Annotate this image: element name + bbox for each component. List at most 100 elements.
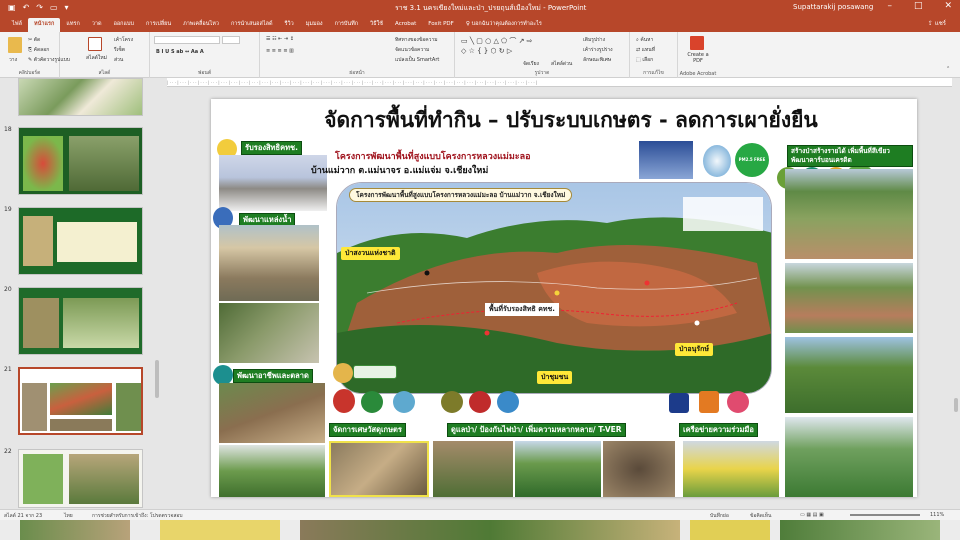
accessibility-indicator[interactable]: การช่วยสำหรับการเข้าถึง: โปรดตรวจสอบ bbox=[92, 512, 183, 520]
slide-thumbnail-selected[interactable] bbox=[18, 367, 143, 435]
reset-button[interactable]: รีเซ็ต bbox=[114, 46, 125, 54]
shape-outline-button[interactable]: เค้าร่างรูปร่าง bbox=[583, 46, 613, 54]
quick-styles-button[interactable]: สไตล์ด่วน bbox=[551, 60, 572, 68]
tab-transitions[interactable]: การเปลี่ยน bbox=[140, 18, 177, 32]
tab-slideshow[interactable]: การนำเสนอสไลด์ bbox=[225, 18, 279, 32]
window-title: ราช 3.1 นครเขียงใหม่และป่า_ปรยฤนส์เมืองใ… bbox=[395, 4, 587, 12]
tell-me-search[interactable]: ♀ บอกฉันว่าคุณต้องการทำอะไร bbox=[466, 18, 542, 32]
copy-button[interactable]: ⎘ คัดลอก bbox=[28, 46, 49, 54]
language-indicator[interactable]: ไทย bbox=[64, 512, 73, 520]
arrange-button[interactable]: จัดเรียง bbox=[523, 60, 539, 68]
map-label-community-forest[interactable]: ป่าชุมชน bbox=[537, 371, 573, 384]
slide-title[interactable]: จัดการพื้นที่ทำกิน – ปรับระบบเกษตร - ลดก… bbox=[241, 104, 901, 137]
project-title-line2[interactable]: บ้านแม่วาก ต.แม่นาจร อ.แม่แจ่ม จ.เชียงให… bbox=[311, 163, 488, 177]
project-map[interactable]: โครงการพัฒนาพื้นที่สูงแบบโครงการหลวงแม่ม… bbox=[336, 182, 772, 394]
undo-icon[interactable]: ↶ bbox=[23, 4, 30, 12]
drawing-label: รูปวาด bbox=[534, 70, 550, 76]
text-direction-button[interactable]: ทิศทางของข้อความ bbox=[395, 36, 438, 44]
zoom-level[interactable]: 111% bbox=[930, 512, 944, 518]
map-label-protected-forest[interactable]: ป่าอนุรักษ์ bbox=[675, 343, 713, 356]
slide-thumbnail[interactable] bbox=[18, 207, 143, 275]
layout-button[interactable]: เค้าโครง bbox=[114, 36, 133, 44]
list-buttons[interactable]: ☰ ☷ ⇤ ⇥ ↕ bbox=[266, 36, 294, 42]
tell-me-text: บอกฉันว่าคุณต้องการทำอะไร bbox=[471, 21, 542, 27]
save-icon[interactable]: ▣ bbox=[8, 4, 16, 12]
scrollbar-thumb[interactable] bbox=[155, 360, 159, 398]
zoom-slider[interactable] bbox=[850, 514, 920, 516]
seal-icon bbox=[333, 389, 355, 413]
reforest-label[interactable]: สร้างป่าสร้างรายได้ เพิ่มพื้นที่สีเขียว … bbox=[787, 145, 913, 167]
tab-animations[interactable]: ภาพเคลื่อนไหว bbox=[177, 18, 225, 32]
new-slide-icon[interactable] bbox=[88, 37, 102, 51]
smartart-button[interactable]: แปลงเป็น SmartArt bbox=[395, 56, 439, 64]
map-label-national-forest[interactable]: ป่าสงวนแห่งชาติ bbox=[341, 247, 400, 260]
tab-draw[interactable]: วาด bbox=[86, 18, 108, 32]
shapes-gallery-row2[interactable]: ◇ ☆ { } ⬡ ↻ ▷ bbox=[461, 47, 512, 55]
thumb-photo bbox=[63, 298, 139, 348]
tab-review[interactable]: รีวิว bbox=[279, 18, 300, 32]
slide-thumbnail[interactable] bbox=[18, 287, 143, 355]
tab-record[interactable]: การบันทึก bbox=[329, 18, 365, 32]
paste-button[interactable]: วาง bbox=[9, 56, 17, 64]
signing-photo bbox=[639, 141, 693, 179]
cert-label[interactable]: รับรองสิทธิคทช. bbox=[241, 141, 302, 155]
paragraph-group: ☰ ☷ ⇤ ⇥ ↕ ≡ ≡ ≡ ≡ ▥ ทิศทางของข้อความ จัด… bbox=[260, 32, 455, 78]
user-name[interactable]: Supattarakij posawang bbox=[793, 3, 873, 11]
forest-care-label[interactable]: ดูแลป่า/ ป้องกันไฟป่า/ เพิ่มความหลากหลาย… bbox=[447, 423, 626, 437]
redo-icon[interactable]: ↷ bbox=[36, 4, 43, 12]
align-buttons[interactable]: ≡ ≡ ≡ ≡ ▥ bbox=[266, 48, 294, 54]
thumbnail-scrollbar[interactable] bbox=[154, 80, 160, 510]
paste-icon[interactable] bbox=[8, 37, 22, 53]
slide-canvas[interactable]: จัดการพื้นที่ทำกิน – ปรับระบบเกษตร - ลดก… bbox=[211, 99, 917, 497]
shape-effects-button[interactable]: ลักษณะพิเศษ bbox=[583, 56, 611, 64]
slide-scrollbar[interactable] bbox=[952, 78, 960, 508]
section-button[interactable]: ส่วน bbox=[114, 56, 123, 64]
slide-thumbnail[interactable] bbox=[18, 449, 143, 508]
tab-file[interactable]: ไฟล์ bbox=[6, 18, 28, 32]
replace-button[interactable]: ⇄ แทนที่ bbox=[636, 46, 655, 54]
create-pdf-button[interactable]: Create a PDF bbox=[683, 52, 713, 64]
cut-button[interactable]: ✂ ตัด bbox=[28, 36, 40, 44]
close-icon[interactable]: ✕ bbox=[944, 1, 952, 11]
select-button[interactable]: ⬚ เลือก bbox=[636, 56, 653, 64]
find-label: ค้นหา bbox=[640, 37, 654, 43]
font-name-input[interactable] bbox=[154, 36, 220, 44]
tab-view[interactable]: มุมมอง bbox=[300, 18, 329, 32]
minimize-icon[interactable]: – bbox=[887, 1, 892, 11]
thumb-map bbox=[23, 136, 63, 191]
project-title-line1[interactable]: โครงการพัฒนาพื้นที่สูงแบบโครงการหลวงแม่ม… bbox=[335, 149, 531, 163]
slide-thumbnail[interactable] bbox=[18, 78, 143, 116]
share-button[interactable]: ⇪ แชร์ bbox=[928, 18, 946, 28]
collapse-ribbon-icon[interactable]: ⌃ bbox=[946, 66, 950, 72]
map-label-certified-area[interactable]: พื้นที่รับรองสิทธิ คทช. bbox=[485, 303, 559, 316]
find-button[interactable]: ⌕ ค้นหา bbox=[636, 36, 653, 44]
market-label[interactable]: พัฒนาอาชีพและตลาด bbox=[233, 369, 313, 383]
new-slide-button[interactable]: สไลด์ใหม่ bbox=[86, 54, 107, 62]
shape-fill-button[interactable]: เติมรูปร่าง bbox=[583, 36, 605, 44]
notes-button[interactable]: บันทึกย่อ bbox=[710, 512, 729, 520]
network-label[interactable]: เครือข่ายความร่วมมือ bbox=[679, 423, 758, 437]
slide-thumbnail[interactable] bbox=[18, 127, 143, 195]
slides-group: สไลด์ใหม่ เค้าโครง รีเซ็ต ส่วน สไลด์ bbox=[60, 32, 150, 78]
customize-icon[interactable]: ▾ bbox=[65, 4, 69, 12]
tab-design[interactable]: ออกแบบ bbox=[108, 18, 140, 32]
present-icon[interactable]: ▭ bbox=[50, 4, 58, 12]
tab-foxit[interactable]: Foxit PDF bbox=[422, 18, 460, 32]
tab-acrobat[interactable]: Acrobat bbox=[389, 18, 422, 32]
font-style-buttons[interactable]: B I U S ab ↔ Aa A bbox=[156, 49, 204, 55]
scrollbar-thumb[interactable] bbox=[954, 398, 958, 412]
tab-insert[interactable]: แทรก bbox=[60, 18, 85, 32]
shapes-gallery[interactable]: ▭ ╲ ▢ ○ △ ⬠ ⌒ ↗ ⇨ bbox=[461, 36, 533, 46]
pdf-icon[interactable] bbox=[690, 36, 704, 50]
font-size-input[interactable] bbox=[222, 36, 240, 44]
comments-button[interactable]: ข้อคิดเห็น bbox=[750, 512, 771, 520]
tab-help[interactable]: วิธีใช้ bbox=[364, 18, 389, 32]
reforest-photo bbox=[785, 169, 913, 259]
tab-home[interactable]: หน้าแรก bbox=[28, 18, 61, 32]
network-photo bbox=[683, 441, 779, 497]
map-header[interactable]: โครงการพัฒนาพื้นที่สูงแบบโครงการหลวงแม่ม… bbox=[349, 188, 573, 202]
align-text-button[interactable]: จัดแนวข้อความ bbox=[395, 46, 429, 54]
agri-waste-label[interactable]: จัดการเศษวัสดุเกษตร bbox=[329, 423, 406, 437]
maximize-icon[interactable]: □ bbox=[914, 1, 923, 11]
view-buttons[interactable]: ▭ ▦ ▤ ▣ bbox=[800, 512, 824, 518]
